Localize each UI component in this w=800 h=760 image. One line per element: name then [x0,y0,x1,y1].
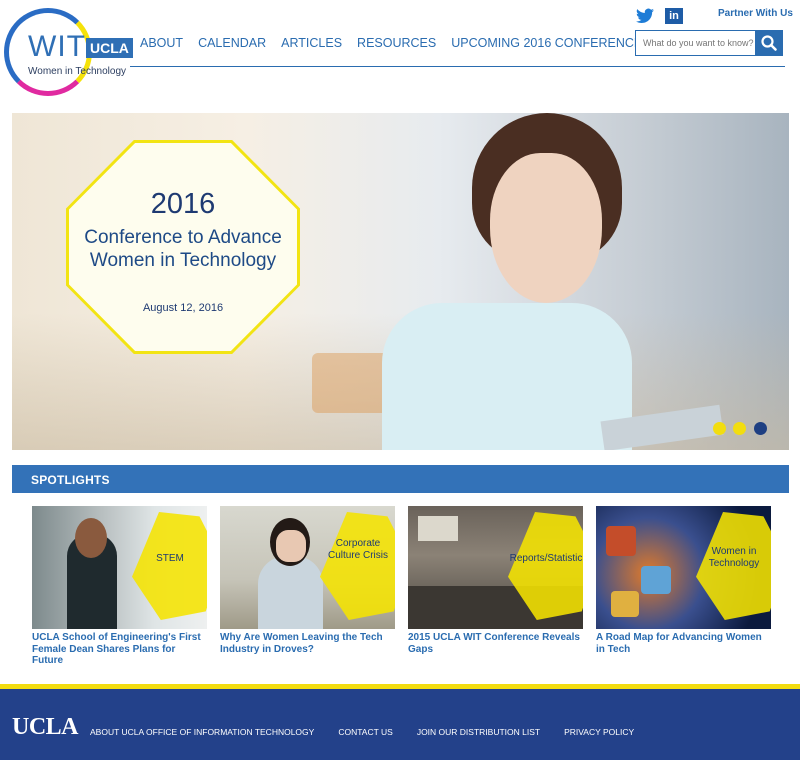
footer-link-about-oit[interactable]: ABOUT UCLA OFFICE OF INFORMATION TECHNOL… [90,727,314,737]
nav-articles[interactable]: ARTICLES [281,36,342,50]
carousel-dot-2[interactable] [733,422,746,435]
spotlight-title-link[interactable]: Why Are Women Leaving the Tech Industry … [220,632,395,655]
spotlight-tag: Reports/Statistic [509,553,583,564]
nav-upcoming-conference[interactable]: UPCOMING 2016 CONFERENCE [451,36,642,50]
spotlight-tag: STEM [156,553,184,564]
footer-link-distribution-list[interactable]: JOIN OUR DISTRIBUTION LIST [417,727,540,737]
nav-resources[interactable]: RESOURCES [357,36,436,50]
search-icon [761,35,777,51]
logo-subtitle: Women in Technology [28,66,127,77]
nav-about[interactable]: ABOUT [140,36,183,50]
footer-link-contact[interactable]: CONTACT US [338,727,392,737]
site-footer: UCLA ABOUT UCLA OFFICE OF INFORMATION TE… [0,689,800,760]
partner-with-us-link[interactable]: Partner With Us [718,8,793,19]
search-box [635,30,783,56]
linkedin-icon[interactable]: in [665,8,683,24]
spotlight-image[interactable]: Women in Technology [596,506,771,629]
spotlight-card-roadmap[interactable]: Women in Technology A Road Map for Advan… [596,506,771,655]
carousel-dot-3-active[interactable] [754,422,767,435]
carousel-dot-1[interactable] [713,422,726,435]
spotlight-tag: Corporate Culture Crisis [327,538,388,561]
main-nav: ABOUT CALENDAR ARTICLES RESOURCES UPCOMI… [140,36,642,50]
spotlight-image[interactable]: STEM [32,506,207,629]
site-header: WIT UCLA Women in Technology ABOUT CALEN… [0,0,800,100]
spotlight-title-link[interactable]: A Road Map for Advancing Women in Tech [596,632,771,655]
spotlight-tag: Women in Technology [708,546,760,569]
hero-title: Conference to Advance Women in Technolog… [84,227,282,271]
footer-nav: ABOUT UCLA OFFICE OF INFORMATION TECHNOL… [90,727,634,737]
footer-ucla-logo[interactable]: UCLA [12,714,79,741]
spotlight-title-link[interactable]: 2015 UCLA WIT Conference Reveals Gaps [408,632,583,655]
spotlight-image[interactable]: Corporate Culture Crisis [220,506,395,629]
spotlights-heading: SPOTLIGHTS [31,473,110,487]
nav-divider [130,66,785,67]
hero-year: 2016 [150,188,216,220]
spotlight-image[interactable]: Reports/Statistic [408,506,583,629]
wit-ucla-logo[interactable]: WIT UCLA Women in Technology [4,8,133,96]
spotlight-card-stem[interactable]: STEM UCLA School of Engineering's First … [32,506,207,667]
twitter-icon[interactable] [636,8,654,24]
nav-calendar[interactable]: CALENDAR [198,36,266,50]
spotlight-card-culture[interactable]: Corporate Culture Crisis Why Are Women L… [220,506,395,655]
search-input[interactable] [636,31,754,55]
hero-photo-woman [372,113,724,450]
logo-ucla-badge: UCLA [86,38,133,58]
search-button[interactable] [755,30,783,56]
spotlight-card-reports[interactable]: Reports/Statistic 2015 UCLA WIT Conferen… [408,506,583,655]
logo-wit-text: WIT [28,30,86,63]
hero-date: August 12, 2016 [142,302,224,314]
footer-link-privacy[interactable]: PRIVACY POLICY [564,727,634,737]
spotlight-title-link[interactable]: UCLA School of Engineering's First Femal… [32,632,207,667]
spotlights-header: SPOTLIGHTS [12,465,789,493]
